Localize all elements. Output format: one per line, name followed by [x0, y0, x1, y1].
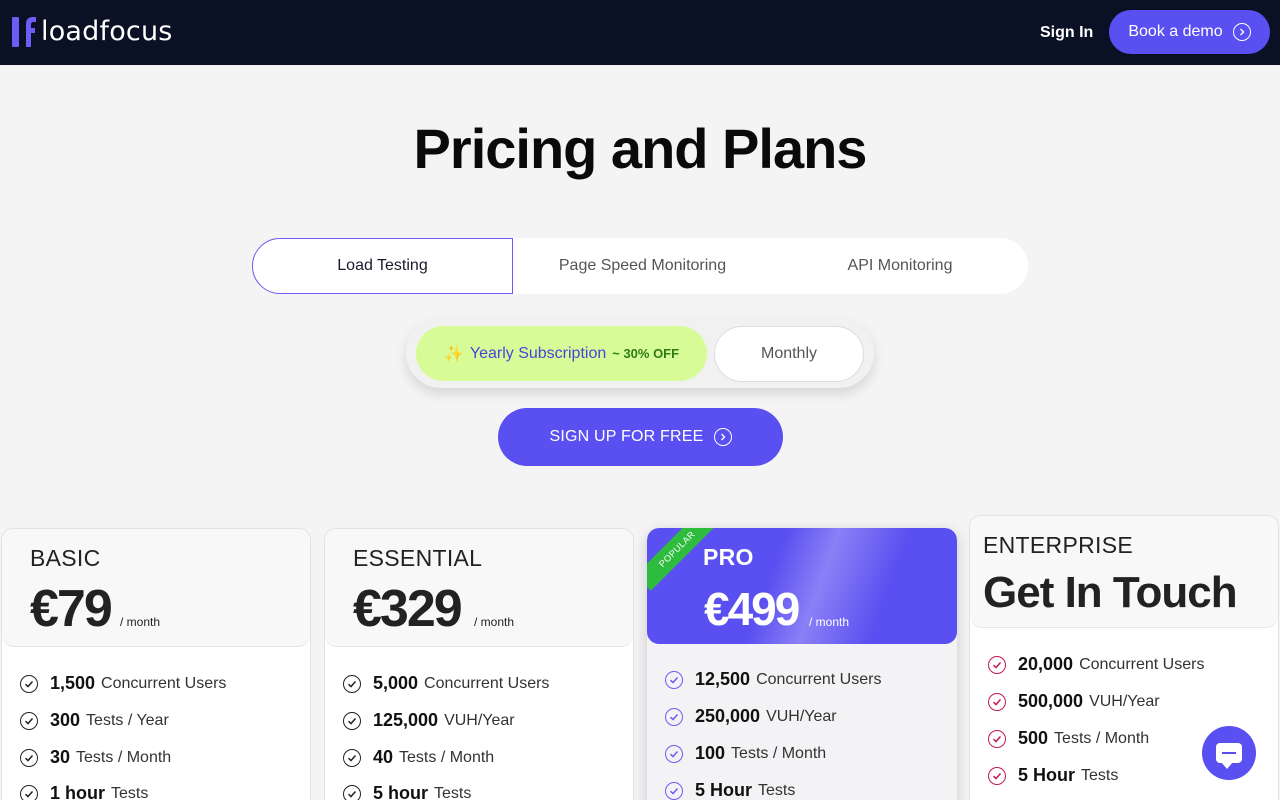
- check-circle-icon: [665, 707, 683, 726]
- plan-name: BASIC: [30, 545, 101, 571]
- check-circle-icon: [20, 711, 38, 730]
- check-circle-icon: [665, 744, 683, 763]
- feature-item: 250,000 VUH/Year: [665, 706, 837, 727]
- feature-item: 5,000 Concurrent Users: [343, 673, 549, 694]
- plan-header: BASIC €79 / month: [2, 529, 310, 647]
- feature-item: 500 Tests / Month: [988, 728, 1149, 749]
- chevron-right-circle-icon: [713, 428, 732, 446]
- plan-name: ENTERPRISE: [983, 532, 1133, 558]
- check-circle-icon: [343, 784, 361, 800]
- plan-name: PRO: [703, 544, 754, 570]
- plan-price: €329: [353, 580, 463, 638]
- yearly-label: Yearly Subscription: [469, 344, 607, 362]
- chat-widget-button[interactable]: [1202, 726, 1256, 780]
- feature-item: 500,000 VUH/Year: [988, 691, 1160, 712]
- logo-text: loadfocus: [41, 15, 173, 47]
- feature-item: 100 Tests / Month: [665, 743, 826, 764]
- check-circle-icon: [665, 670, 683, 689]
- plan-card-essential: ESSENTIAL €329 / month 5,000 Concurrent U…: [324, 528, 634, 800]
- loadfocus-logo[interactable]: loadfocus: [12, 14, 173, 48]
- feature-item: 1 hour Tests: [20, 783, 148, 800]
- plan-header: ENTERPRISE Get In Touch: [970, 516, 1278, 628]
- sign-in-link[interactable]: Sign In: [1040, 24, 1093, 42]
- price-period: / month: [120, 615, 161, 629]
- chat-bubble-icon: [1216, 743, 1242, 769]
- plan-price: Get In Touch: [983, 568, 1238, 617]
- feature-item: 40 Tests / Month: [343, 747, 494, 768]
- logo-mark-icon: [12, 15, 38, 47]
- feature-item: 300 Tests / Year: [20, 710, 169, 731]
- yearly-discount: ~ 30% OFF: [612, 346, 680, 361]
- plan-card-basic: BASIC €79 / month 1,500 Concurrent Users …: [1, 528, 311, 800]
- book-demo-label: Book a demo: [1128, 23, 1223, 40]
- plan-header: POPULAR PRO €499 / month: [647, 528, 957, 644]
- yearly-subscription-option[interactable]: ✨ Yearly Subscription ~ 30% OFF: [416, 326, 707, 381]
- feature-item: 5 hour Tests: [343, 783, 471, 800]
- tab-load-testing[interactable]: Load Testing: [252, 238, 513, 294]
- check-circle-icon: [343, 674, 361, 693]
- tab-api-monitoring[interactable]: API Monitoring: [772, 238, 1028, 294]
- chevron-right-circle-icon: [1232, 23, 1251, 41]
- product-tabs: Load Testing Page Speed Monitoring API M…: [252, 238, 1028, 294]
- sign-up-free-button[interactable]: SIGN UP FOR FREE: [498, 408, 783, 466]
- feature-item: 125,000 VUH/Year: [343, 710, 515, 731]
- check-circle-icon: [988, 655, 1006, 674]
- feature-item: 5 Hour Tests: [665, 780, 795, 800]
- feature-item: 30 Tests / Month: [20, 747, 171, 768]
- plan-card-pro: POPULAR PRO €499 / month 12,500 Concurren…: [647, 528, 957, 800]
- page-title: Pricing and Plans: [413, 117, 868, 180]
- check-circle-icon: [20, 748, 38, 767]
- top-navbar: loadfocus Sign In Book a demo: [0, 0, 1280, 65]
- price-period: / month: [809, 615, 850, 629]
- book-demo-button[interactable]: Book a demo: [1109, 10, 1270, 54]
- check-circle-icon: [988, 729, 1006, 748]
- plan-price: €499: [704, 583, 800, 635]
- check-circle-icon: [988, 692, 1006, 711]
- sign-up-label: SIGN UP FOR FREE: [549, 428, 704, 445]
- check-circle-icon: [343, 711, 361, 730]
- monthly-option[interactable]: Monthly: [714, 326, 864, 382]
- feature-item: 20,000 Concurrent Users: [988, 654, 1204, 675]
- check-circle-icon: [988, 766, 1006, 785]
- sparkles-icon: ✨: [443, 345, 464, 363]
- plan-price: €79: [30, 580, 113, 638]
- plan-header: ESSENTIAL €329 / month: [325, 529, 633, 647]
- check-circle-icon: [20, 784, 38, 800]
- feature-item: 12,500 Concurrent Users: [665, 669, 881, 690]
- feature-item: 5 Hour Tests: [988, 765, 1118, 786]
- feature-item: 1,500 Concurrent Users: [20, 673, 226, 694]
- check-circle-icon: [20, 674, 38, 693]
- tab-page-speed-monitoring[interactable]: Page Speed Monitoring: [513, 238, 772, 294]
- check-circle-icon: [665, 781, 683, 800]
- price-period: / month: [474, 615, 515, 629]
- check-circle-icon: [343, 748, 361, 767]
- plan-name: ESSENTIAL: [353, 545, 483, 571]
